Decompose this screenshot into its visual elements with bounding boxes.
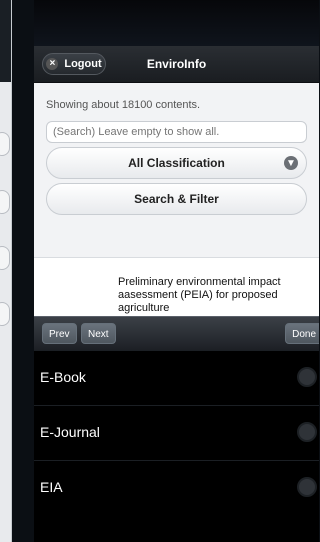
- previous-screen-control: [0, 302, 10, 326]
- next-button[interactable]: Next: [81, 323, 116, 344]
- keyboard-accessory-bar: Prev Next Done: [34, 316, 319, 352]
- search-panel: Showing about 18100 contents. All Classi…: [34, 83, 319, 215]
- prev-button[interactable]: Prev: [42, 323, 77, 344]
- search-filter-label: Search & Filter: [134, 192, 219, 206]
- classification-select[interactable]: All Classification ▼: [46, 147, 307, 179]
- result-list-item[interactable]: Preliminary environmental impact aasessm…: [34, 257, 319, 318]
- classification-selected-value: All Classification: [128, 156, 225, 170]
- app-header: × Logout EnviroInfo: [34, 46, 319, 83]
- radio-icon: [297, 422, 317, 442]
- top-background: [34, 0, 319, 46]
- picker-option-label: E-Book: [40, 369, 86, 385]
- result-title: Preliminary environmental impact aasessm…: [118, 276, 281, 314]
- enviroinfo-screen: × Logout EnviroInfo Showing about 18100 …: [34, 46, 319, 542]
- previous-screen-control: [0, 246, 10, 270]
- previous-screen-edge: [0, 0, 12, 542]
- picker-option-label: EIA: [40, 479, 63, 495]
- search-filter-button[interactable]: Search & Filter: [46, 183, 307, 215]
- app-title: EnviroInfo: [146, 57, 207, 71]
- previous-screen-header: [0, 0, 11, 82]
- search-input[interactable]: [46, 121, 307, 143]
- picker-option-ebook[interactable]: E-Book: [34, 350, 319, 406]
- chevron-down-icon: ▼: [284, 156, 298, 170]
- picker-option-eia[interactable]: EIA: [34, 460, 319, 516]
- previous-screen-control: [0, 132, 10, 156]
- results-count-text: Showing about 18100 contents.: [46, 99, 201, 111]
- picker-option-ejournal[interactable]: E-Journal: [34, 405, 319, 461]
- picker-option-label: E-Journal: [40, 424, 100, 440]
- radio-icon: [297, 367, 317, 387]
- classification-picker: E-Book E-Journal EIA: [34, 350, 319, 542]
- done-button[interactable]: Done: [285, 323, 319, 344]
- radio-icon: [297, 477, 317, 497]
- previous-screen-control: [0, 190, 10, 214]
